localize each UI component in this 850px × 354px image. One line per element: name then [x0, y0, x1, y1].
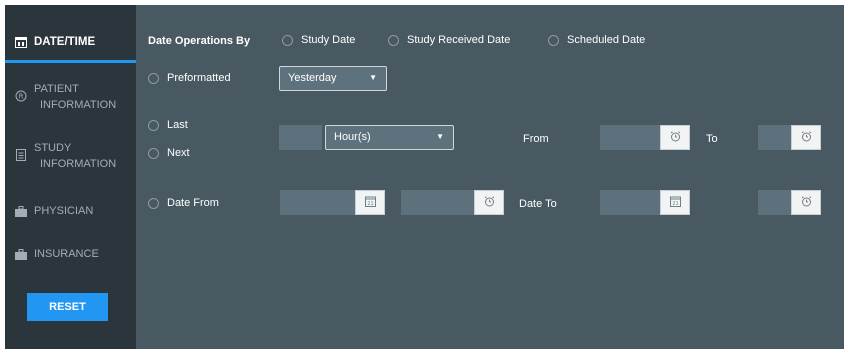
- date-from-time-input[interactable]: [401, 190, 474, 215]
- radio-circle: [148, 147, 159, 159]
- sidebar-item-label: DATE/TIME: [34, 36, 96, 48]
- clock-icon: [801, 194, 812, 212]
- from-time-input[interactable]: [600, 125, 660, 150]
- briefcase-icon: [14, 247, 28, 261]
- to-time-picker-button[interactable]: [791, 125, 821, 150]
- sidebar-item-date-time[interactable]: DATE/TIME: [5, 32, 136, 52]
- from-label: From: [523, 133, 549, 145]
- calendar-icon: 21: [364, 194, 376, 212]
- active-tab-indicator: [5, 60, 136, 63]
- sidebar-item-label-line2: INFORMATION: [40, 158, 117, 170]
- document-icon: [14, 148, 28, 162]
- radio-circle: [148, 72, 159, 84]
- clock-icon: [801, 129, 812, 147]
- sidebar-item-label: INSURANCE: [34, 248, 99, 260]
- date-from-calendar-button[interactable]: 21: [355, 190, 385, 215]
- time-unit-select-value: Hour(s): [334, 131, 371, 143]
- sidebar-item-physician[interactable]: PHYSICIAN: [5, 203, 136, 219]
- radio-label: Date From: [167, 197, 219, 209]
- date-to-label: Date To: [519, 198, 557, 210]
- sidebar-item-study-information[interactable]: STUDY INFORMATION: [5, 139, 136, 171]
- scheduled-date-radio[interactable]: Scheduled Date: [548, 34, 645, 46]
- radio-label: Study Date: [301, 34, 356, 46]
- radio-label: Scheduled Date: [567, 34, 646, 46]
- radio-circle: [148, 119, 159, 131]
- registered-icon: R: [14, 89, 28, 103]
- radio-circle: [548, 34, 559, 46]
- date-time-form: Date Operations By Study Date Study Rece…: [136, 5, 844, 349]
- date-from-time-picker-button[interactable]: [474, 190, 504, 215]
- study-received-date-radio[interactable]: Study Received Date: [388, 34, 510, 46]
- calendar-icon: [14, 35, 28, 49]
- sidebar-item-label: PHYSICIAN: [34, 205, 94, 217]
- calendar-glyph: 21: [672, 201, 678, 207]
- reset-button[interactable]: RESET: [27, 293, 108, 321]
- calendar-glyph: 21: [367, 201, 373, 207]
- next-radio[interactable]: Next: [148, 147, 190, 159]
- to-time-input[interactable]: [758, 125, 791, 150]
- date-from-input[interactable]: [280, 190, 355, 215]
- date-to-time-picker-button[interactable]: [791, 190, 821, 215]
- last-radio[interactable]: Last: [148, 119, 188, 131]
- radio-circle: [282, 34, 293, 46]
- to-label: To: [706, 133, 718, 145]
- study-date-radio[interactable]: Study Date: [282, 34, 355, 46]
- sidebar-item-label-line1: STUDY: [34, 142, 72, 154]
- date-to-time-input[interactable]: [758, 190, 791, 215]
- from-time-picker-button[interactable]: [660, 125, 690, 150]
- radio-label: Preformatted: [167, 72, 231, 84]
- sidebar-item-patient-information[interactable]: R PATIENT INFORMATION: [5, 80, 136, 112]
- preformatted-radio[interactable]: Preformatted: [148, 72, 231, 84]
- date-to-calendar-button[interactable]: 21: [660, 190, 690, 215]
- radio-circle: [148, 197, 159, 209]
- preformatted-select-value: Yesterday: [288, 72, 337, 84]
- radio-label: Last: [167, 119, 188, 131]
- svg-text:R: R: [19, 93, 24, 101]
- date-from-radio[interactable]: Date From: [148, 197, 219, 209]
- date-to-input[interactable]: [600, 190, 660, 215]
- clock-icon: [670, 129, 681, 147]
- radio-label: Study Received Date: [407, 34, 511, 46]
- filter-panel: DATE/TIME R PATIENT INFORMATION STUDY IN…: [5, 5, 844, 349]
- calendar-icon: 21: [669, 194, 681, 212]
- sidebar-item-label-line2: INFORMATION: [40, 99, 117, 111]
- time-unit-select[interactable]: Hour(s) ▼: [325, 125, 454, 150]
- radio-label: Next: [167, 147, 190, 159]
- sidebar-item-insurance[interactable]: INSURANCE: [5, 246, 136, 262]
- sidebar-item-label-line1: PATIENT: [34, 83, 79, 95]
- last-next-count-input[interactable]: [279, 125, 322, 150]
- date-operations-label: Date Operations By: [148, 35, 251, 47]
- radio-circle: [388, 34, 399, 46]
- preformatted-select[interactable]: Yesterday ▼: [279, 66, 387, 91]
- clock-icon: [484, 194, 495, 212]
- caret-down-icon: ▼: [369, 73, 377, 82]
- caret-down-icon: ▼: [436, 132, 444, 141]
- sidebar: DATE/TIME R PATIENT INFORMATION STUDY IN…: [5, 5, 136, 349]
- briefcase-icon: [14, 204, 28, 218]
